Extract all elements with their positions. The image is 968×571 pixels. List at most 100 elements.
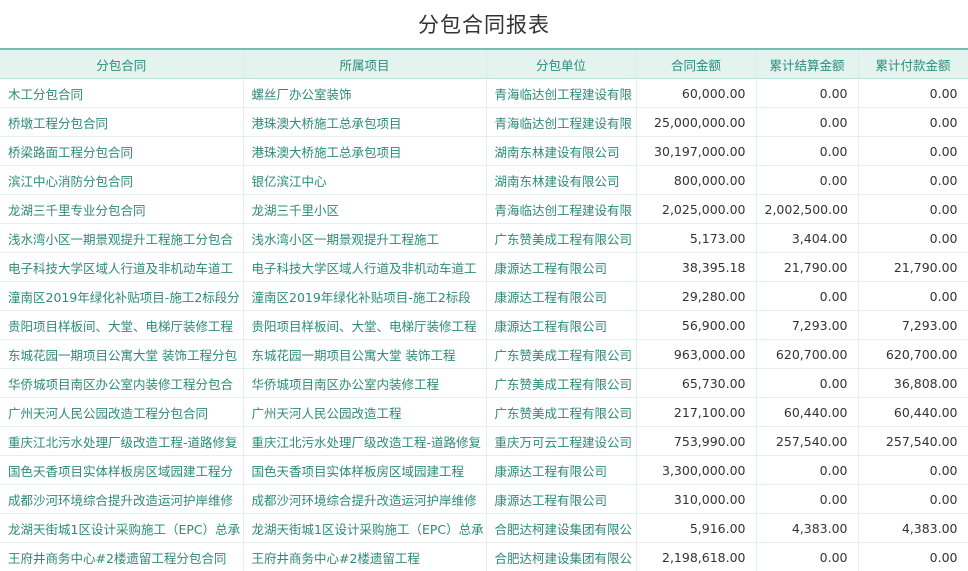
cell-subcontract[interactable]: 桥墩工程分包合同 xyxy=(0,107,244,137)
cell-subcontract[interactable]: 重庆江北污水处理厂级改造工程-道路修复 xyxy=(0,426,244,456)
cell-contract-amount: 5,173.00 xyxy=(636,223,757,253)
cell-subcontract[interactable]: 木工分包合同 xyxy=(0,78,244,108)
cell-settled-amount: 2,002,500.00 xyxy=(756,194,859,224)
cell-settled-amount: 257,540.00 xyxy=(756,426,859,456)
cell-subcontract[interactable]: 龙湖三千里专业分包合同 xyxy=(0,194,244,224)
cell-paid-amount: 0.00 xyxy=(858,281,968,311)
cell-subcontractor: 合肥达柯建设集团有限公 xyxy=(486,513,637,543)
cell-settled-amount: 0.00 xyxy=(756,542,859,571)
cell-project[interactable]: 东城花园一期项目公寓大堂 装饰工程 xyxy=(243,339,487,369)
cell-subcontract[interactable]: 电子科技大学区域人行道及非机动车道工 xyxy=(0,252,244,282)
table-row[interactable]: 王府井商务中心#2楼遗留工程分包合同 王府井商务中心#2楼遗留工程 合肥达柯建设集团… xyxy=(0,542,968,571)
cell-subcontract[interactable]: 广州天河人民公园改造工程分包合同 xyxy=(0,397,244,427)
table-row[interactable]: 桥墩工程分包合同 港珠澳大桥施工总承包项目 青海临达创工程建设有限 25,000,00… xyxy=(0,107,968,137)
cell-subcontract[interactable]: 国色天香项目实体样板房区域园建工程分 xyxy=(0,455,244,485)
cell-subcontractor: 康源达工程有限公司 xyxy=(486,484,637,514)
table-row[interactable]: 滨江中心消防分包合同 银亿滨江中心 湖南东林建设有限公司 800,000.00 0.00… xyxy=(0,165,968,195)
cell-paid-amount: 0.00 xyxy=(858,455,968,485)
table-header-row: 分包合同 所属项目 分包单位 合同金额 累计结算金额 累计付款金额 xyxy=(0,48,968,79)
cell-subcontract[interactable]: 王府井商务中心#2楼遗留工程分包合同 xyxy=(0,542,244,571)
cell-subcontractor: 青海临达创工程建设有限 xyxy=(486,107,637,137)
cell-subcontract[interactable]: 滨江中心消防分包合同 xyxy=(0,165,244,195)
cell-subcontract[interactable]: 东城花园一期项目公寓大堂 装饰工程分包 xyxy=(0,339,244,369)
cell-subcontractor: 康源达工程有限公司 xyxy=(486,310,637,340)
table-row[interactable]: 贵阳项目样板间、大堂、电梯厅装修工程 贵阳项目样板间、大堂、电梯厅装修工程 康源达工… xyxy=(0,310,968,340)
cell-subcontractor: 广东赞美成工程有限公司 xyxy=(486,368,637,398)
table-row[interactable]: 木工分包合同 螺丝厂办公室装饰 青海临达创工程建设有限 60,000.00 0.00 0.… xyxy=(0,78,968,108)
cell-contract-amount: 2,198,618.00 xyxy=(636,542,757,571)
table-row[interactable]: 成都沙河环境综合提升改造运河护岸维修 成都沙河环境综合提升改造运河护岸维修 康源达工… xyxy=(0,484,968,514)
cell-project[interactable]: 龙湖天街城1区设计采购施工（EPC）总承 xyxy=(243,513,487,543)
cell-project[interactable]: 广州天河人民公园改造工程 xyxy=(243,397,487,427)
cell-project[interactable]: 重庆江北污水处理厂级改造工程-道路修复 xyxy=(243,426,487,456)
table-row[interactable]: 广州天河人民公园改造工程分包合同 广州天河人民公园改造工程 广东赞美成工程有限公司 2… xyxy=(0,397,968,427)
cell-project[interactable]: 贵阳项目样板间、大堂、电梯厅装修工程 xyxy=(243,310,487,340)
cell-paid-amount: 0.00 xyxy=(858,136,968,166)
cell-project[interactable]: 螺丝厂办公室装饰 xyxy=(243,78,487,108)
table-row[interactable]: 浅水湾小区一期景观提升工程施工分包合 浅水湾小区一期景观提升工程施工 广东赞美成工程… xyxy=(0,223,968,253)
cell-settled-amount: 0.00 xyxy=(756,455,859,485)
cell-project[interactable]: 港珠澳大桥施工总承包项目 xyxy=(243,136,487,166)
cell-paid-amount: 7,293.00 xyxy=(858,310,968,340)
cell-settled-amount: 60,440.00 xyxy=(756,397,859,427)
cell-settled-amount: 0.00 xyxy=(756,281,859,311)
cell-paid-amount: 0.00 xyxy=(858,194,968,224)
cell-subcontract[interactable]: 潼南区2019年绿化补贴项目-施工2标段分 xyxy=(0,281,244,311)
table-row[interactable]: 重庆江北污水处理厂级改造工程-道路修复 重庆江北污水处理厂级改造工程-道路修复 重庆… xyxy=(0,426,968,456)
cell-project[interactable]: 浅水湾小区一期景观提升工程施工 xyxy=(243,223,487,253)
cell-paid-amount: 21,790.00 xyxy=(858,252,968,282)
cell-project[interactable]: 银亿滨江中心 xyxy=(243,165,487,195)
cell-paid-amount: 4,383.00 xyxy=(858,513,968,543)
page-title: 分包合同报表 xyxy=(418,13,550,37)
cell-settled-amount: 3,404.00 xyxy=(756,223,859,253)
cell-contract-amount: 217,100.00 xyxy=(636,397,757,427)
table-row[interactable]: 潼南区2019年绿化补贴项目-施工2标段分 潼南区2019年绿化补贴项目-施工2标… xyxy=(0,281,968,311)
cell-contract-amount: 25,000,000.00 xyxy=(636,107,757,137)
cell-project[interactable]: 王府井商务中心#2楼遗留工程 xyxy=(243,542,487,571)
column-header-subcontractor[interactable]: 分包单位 xyxy=(486,48,637,79)
cell-subcontractor: 湖南东林建设有限公司 xyxy=(486,165,637,195)
cell-subcontractor: 重庆万可云工程建设公司 xyxy=(486,426,637,456)
cell-settled-amount: 0.00 xyxy=(756,165,859,195)
table-row[interactable]: 桥梁路面工程分包合同 港珠澳大桥施工总承包项目 湖南东林建设有限公司 30,197,0… xyxy=(0,136,968,166)
column-header-paid-amount[interactable]: 累计付款金额 xyxy=(858,48,968,79)
cell-subcontract[interactable]: 成都沙河环境综合提升改造运河护岸维修 xyxy=(0,484,244,514)
column-header-contract-amount[interactable]: 合同金额 xyxy=(636,48,757,79)
column-header-settled-amount[interactable]: 累计结算金额 xyxy=(756,48,859,79)
cell-project[interactable]: 电子科技大学区域人行道及非机动车道工 xyxy=(243,252,487,282)
column-header-subcontract[interactable]: 分包合同 xyxy=(0,48,244,79)
cell-paid-amount: 0.00 xyxy=(858,223,968,253)
cell-project[interactable]: 龙湖三千里小区 xyxy=(243,194,487,224)
cell-subcontract[interactable]: 桥梁路面工程分包合同 xyxy=(0,136,244,166)
table-row[interactable]: 龙湖天街城1区设计采购施工（EPC）总承 龙湖天街城1区设计采购施工（EPC）总承… xyxy=(0,513,968,543)
subcontract-report-table: 分包合同 所属项目 分包单位 合同金额 累计结算金额 累计付款金额 木工分包合同… xyxy=(0,48,968,571)
cell-subcontract[interactable]: 贵阳项目样板间、大堂、电梯厅装修工程 xyxy=(0,310,244,340)
table-row[interactable]: 龙湖三千里专业分包合同 龙湖三千里小区 青海临达创工程建设有限 2,025,000.0… xyxy=(0,194,968,224)
cell-subcontractor: 合肥达柯建设集团有限公 xyxy=(486,542,637,571)
cell-project[interactable]: 华侨城项目南区办公室内装修工程 xyxy=(243,368,487,398)
cell-project[interactable]: 港珠澳大桥施工总承包项目 xyxy=(243,107,487,137)
cell-settled-amount: 0.00 xyxy=(756,136,859,166)
cell-contract-amount: 38,395.18 xyxy=(636,252,757,282)
cell-settled-amount: 21,790.00 xyxy=(756,252,859,282)
cell-subcontract[interactable]: 华侨城项目南区办公室内装修工程分包合 xyxy=(0,368,244,398)
table-body: 木工分包合同 螺丝厂办公室装饰 青海临达创工程建设有限 60,000.00 0.00 0.… xyxy=(0,78,968,571)
cell-subcontract[interactable]: 浅水湾小区一期景观提升工程施工分包合 xyxy=(0,223,244,253)
column-header-project[interactable]: 所属项目 xyxy=(243,48,487,79)
table-row[interactable]: 东城花园一期项目公寓大堂 装饰工程分包 东城花园一期项目公寓大堂 装饰工程 广东赞美… xyxy=(0,339,968,369)
table-row[interactable]: 国色天香项目实体样板房区域园建工程分 国色天香项目实体样板房区域园建工程 康源达工程… xyxy=(0,455,968,485)
cell-project[interactable]: 成都沙河环境综合提升改造运河护岸维修 xyxy=(243,484,487,514)
table-row[interactable]: 华侨城项目南区办公室内装修工程分包合 华侨城项目南区办公室内装修工程 广东赞美成工程… xyxy=(0,368,968,398)
cell-contract-amount: 56,900.00 xyxy=(636,310,757,340)
cell-project[interactable]: 国色天香项目实体样板房区域园建工程 xyxy=(243,455,487,485)
table-row[interactable]: 电子科技大学区域人行道及非机动车道工 电子科技大学区域人行道及非机动车道工 康源达工… xyxy=(0,252,968,282)
cell-paid-amount: 0.00 xyxy=(858,78,968,108)
cell-contract-amount: 3,300,000.00 xyxy=(636,455,757,485)
report-page: 分包合同报表 分包合同 所属项目 分包单位 合同金额 累计结算金额 累计付款金额… xyxy=(0,0,968,571)
cell-subcontractor: 广东赞美成工程有限公司 xyxy=(486,339,637,369)
cell-subcontract[interactable]: 龙湖天街城1区设计采购施工（EPC）总承 xyxy=(0,513,244,543)
cell-settled-amount: 0.00 xyxy=(756,107,859,137)
cell-paid-amount: 257,540.00 xyxy=(858,426,968,456)
cell-contract-amount: 65,730.00 xyxy=(636,368,757,398)
cell-project[interactable]: 潼南区2019年绿化补贴项目-施工2标段 xyxy=(243,281,487,311)
